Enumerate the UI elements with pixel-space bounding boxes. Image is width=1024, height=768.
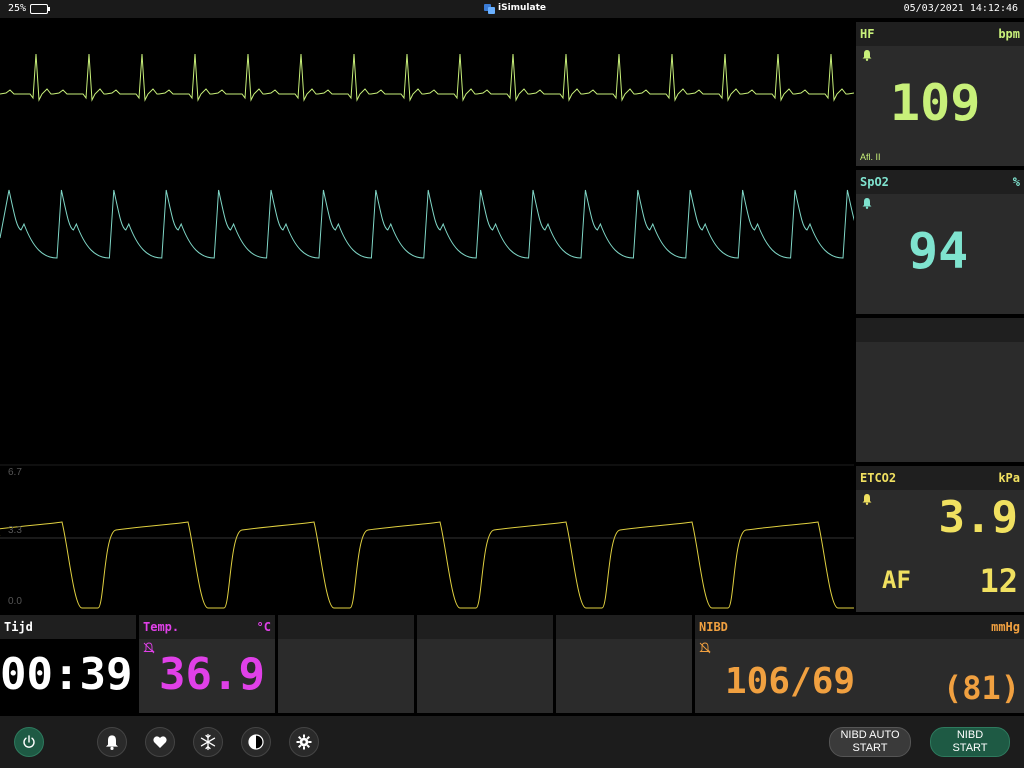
temp-unit: °C [256,620,271,634]
timer-panel[interactable]: Tijd 00:39 [0,615,136,713]
co2-scale-min: 0.0 [8,596,22,607]
empty-slot-2[interactable] [417,615,553,713]
nibd-value: 106/69 [725,661,856,702]
co2-scale-max: 6.7 [8,467,22,478]
hf-value: 109 [890,74,981,132]
empty-slot-3[interactable] [556,615,692,713]
nibd-start-button[interactable]: NIBD START [930,727,1010,757]
hf-panel-header: HF bpm [856,22,1024,46]
af-value: 12 [979,562,1018,600]
hf-panel[interactable]: HF bpm 109 Afl. II [856,22,1024,166]
snowflake-icon [200,733,216,751]
contrast-button[interactable] [241,727,271,757]
timer-label: Tijd [4,620,33,634]
timer-panel-header: Tijd [0,615,136,639]
app-name: iSimulate [498,3,547,13]
nibd-auto-start-button[interactable]: NIBD AUTO START [829,727,911,757]
datetime: 05/03/2021 14:12:46 [903,3,1018,14]
nibd-start-line2: START [952,742,988,754]
spo2-panel[interactable]: SpO2 % 94 [856,170,1024,314]
heart-button[interactable] [145,727,175,757]
spo2-label: SpO2 [860,175,889,189]
waveform-area: 6.7 3.3 0.0 [0,18,854,612]
etco2-value: 3.9 [938,492,1018,543]
temp-panel[interactable]: Temp. °C 36.9 [139,615,275,713]
settings-button[interactable] [289,727,319,757]
spo2-value: 94 [908,222,969,280]
etco2-panel-header: ETCO2 kPa [856,466,1024,490]
battery-percent: 25% [8,3,27,14]
etco2-label: ETCO2 [860,471,897,485]
heart-icon [153,736,167,748]
spo2-unit: % [1012,175,1020,189]
temp-panel-header: Temp. °C [139,615,275,639]
nibd-auto-start-line2: START [852,742,888,754]
empty-slot-header [417,615,553,639]
bell-off-icon [143,642,155,654]
hf-label: HF [860,27,875,41]
empty-slot-header [556,615,692,639]
waveform-canvas [0,53,854,609]
bell-icon [106,735,118,750]
bell-icon [862,198,872,209]
nibd-mean-value: (81) [942,669,1020,707]
af-label: AF [882,566,911,594]
bottom-toolbar: NIBD AUTO START NIBD START [0,716,1024,768]
alarm-button[interactable] [97,727,127,757]
hf-unit: bpm [998,27,1020,41]
empty-parameter-panel[interactable] [856,318,1024,462]
power-icon [23,735,35,748]
timer-value: 00:39 [0,649,133,700]
co2-waveform [0,521,854,609]
bell-icon [862,494,872,505]
empty-panel-header [856,318,1024,342]
etco2-unit: kPa [998,471,1020,485]
battery-icon [30,4,50,14]
nibd-start-line1: NIBD [956,729,984,741]
bell-icon [862,50,872,61]
gear-icon [296,734,312,750]
app-logo-icon [484,4,495,14]
nibd-panel-header: NIBD mmHg [695,615,1024,639]
nibd-panel[interactable]: NIBD mmHg 106/69 (81) [695,615,1024,713]
empty-slot-1[interactable] [278,615,414,713]
contrast-icon [248,734,264,750]
freeze-button[interactable] [193,727,223,757]
nibd-auto-start-line1: NIBD AUTO [840,729,900,741]
spo2-panel-header: SpO2 % [856,170,1024,194]
ecg-waveform [0,53,854,102]
co2-scale-mid: 3.3 [8,525,22,536]
nibd-label: NIBD [699,620,728,634]
temp-value: 36.9 [159,649,265,700]
power-button[interactable] [14,727,44,757]
nibd-unit: mmHg [991,620,1020,634]
status-bar: 25% iSimulate 05/03/2021 14:12:46 [0,0,1024,18]
pleth-waveform [0,189,854,259]
empty-slot-header [278,615,414,639]
hf-lead-label: Afl. II [860,152,881,162]
temp-label: Temp. [143,620,180,634]
bell-off-icon [699,642,711,654]
etco2-panel[interactable]: ETCO2 kPa 3.9 AF 12 [856,466,1024,612]
